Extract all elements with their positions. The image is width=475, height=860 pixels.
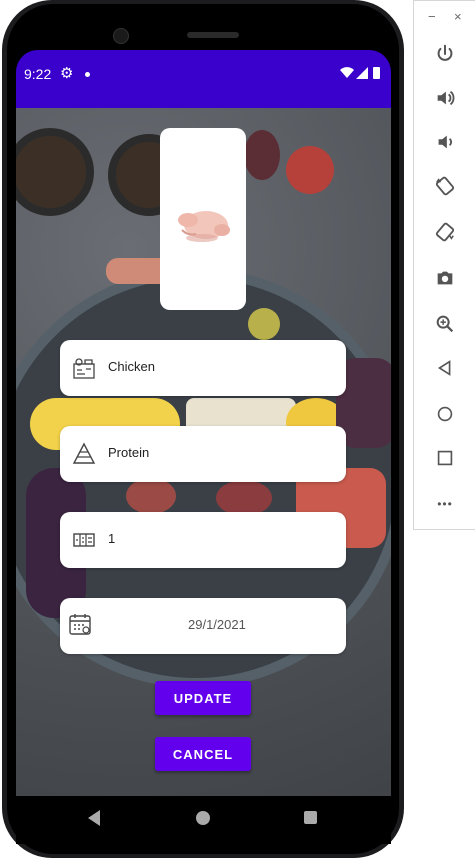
category-value: Protein	[108, 445, 150, 460]
update-button[interactable]: UPDATE	[155, 681, 251, 715]
battery-icon	[373, 67, 380, 79]
recent-apps-icon[interactable]	[304, 811, 317, 824]
fig-slice	[286, 146, 334, 194]
emulator-overview-button[interactable]	[432, 445, 458, 471]
front-camera	[113, 28, 129, 44]
overview-icon	[437, 450, 453, 466]
close-window-button[interactable]: ×	[454, 9, 462, 24]
zoom-icon	[436, 315, 454, 333]
power-icon	[437, 44, 453, 61]
cellular-signal-icon	[356, 67, 368, 79]
zoom-button[interactable]	[432, 311, 458, 337]
home-icon	[437, 406, 453, 422]
calendar-icon	[69, 614, 91, 635]
background-window-peek	[404, 210, 413, 340]
wifi-icon	[340, 67, 354, 78]
camera-icon	[437, 271, 453, 285]
status-time: 9:22	[24, 66, 52, 82]
quantity-value: 1	[108, 531, 116, 546]
olive	[248, 308, 280, 340]
minimize-window-button[interactable]: −	[428, 9, 436, 24]
quantity-field[interactable]: 1	[60, 512, 346, 568]
name-field[interactable]: Chicken	[60, 340, 346, 396]
cancel-button[interactable]: CANCEL	[155, 737, 251, 771]
fig-half	[126, 478, 176, 514]
date-field[interactable]: 29/1/2021	[60, 598, 346, 654]
screenshot-button[interactable]	[432, 265, 458, 291]
volume-down-icon	[438, 135, 452, 149]
fig-whole	[244, 130, 280, 180]
volume-down-button[interactable]	[432, 129, 458, 155]
grocery-icon	[73, 358, 95, 379]
quantity-counter-icon	[73, 533, 95, 547]
date-value: 29/1/2021	[188, 617, 246, 632]
name-value: Chicken	[108, 359, 155, 374]
volume-up-button[interactable]	[432, 85, 458, 111]
food-pyramid-icon	[72, 442, 96, 464]
earpiece	[187, 32, 239, 38]
emulator-back-button[interactable]	[432, 355, 458, 381]
back-nav-icon[interactable]	[88, 810, 100, 826]
rotate-right-button[interactable]	[432, 219, 458, 245]
emulator-side-panel: − × •••	[413, 0, 475, 530]
home-nav-icon[interactable]	[196, 811, 210, 825]
navigation-bar	[16, 796, 391, 844]
status-bar: 9:22 ⚙	[16, 50, 391, 108]
back-icon	[437, 360, 451, 376]
rotate-right-icon	[435, 222, 455, 242]
rotate-left-icon	[435, 176, 455, 196]
settings-gear-icon: ⚙	[60, 65, 74, 82]
more-icon: •••	[437, 497, 453, 511]
status-icons	[340, 67, 380, 79]
product-image-card[interactable]	[160, 128, 246, 310]
emulator-home-button[interactable]	[432, 401, 458, 427]
rotate-left-button[interactable]	[432, 173, 458, 199]
power-button[interactable]	[432, 41, 458, 67]
notification-dot-icon	[85, 72, 90, 77]
chicken-icon	[178, 211, 230, 242]
volume-up-icon	[437, 90, 455, 106]
phone-screen: 9:22 ⚙ Chicken Protein 1 29/1/2021 UPDAT…	[16, 50, 391, 810]
fig-half-2	[216, 480, 272, 516]
more-options-button[interactable]: •••	[432, 491, 458, 517]
category-field[interactable]: Protein	[60, 426, 346, 482]
